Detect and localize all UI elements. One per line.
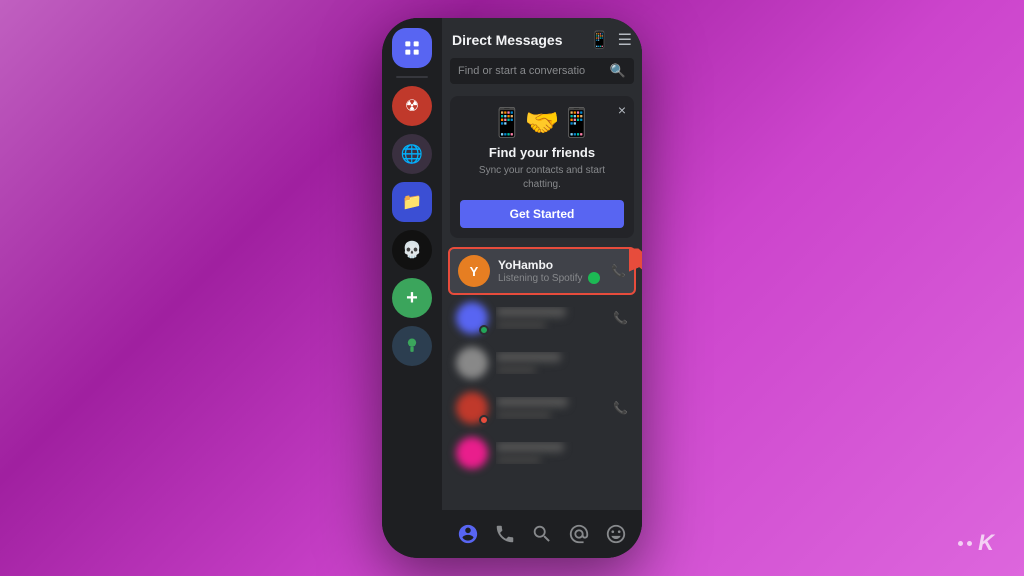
- dm-item-user5[interactable]: [448, 431, 636, 475]
- sidebar-item-server3[interactable]: 📁: [392, 182, 432, 222]
- dm-title: Direct Messages: [452, 32, 563, 48]
- sidebar-item-server4[interactable]: 💀: [392, 230, 432, 270]
- blurred-name-user5: [496, 442, 564, 452]
- phone-container: ☢ 🌐 📁 💀 + Direct Messages 📱 ☰ Find or st…: [382, 18, 642, 558]
- avatar-status-user3: [456, 347, 488, 379]
- dm-action-user2[interactable]: 📞: [613, 311, 628, 325]
- phone-emoji: 📱🤝📱: [490, 106, 595, 139]
- blurred-name-user2: [496, 307, 566, 317]
- bottom-nav: [442, 510, 642, 558]
- search-placeholder: Find or start a conversatio: [458, 65, 604, 77]
- close-button[interactable]: ×: [618, 102, 626, 118]
- dm-username-yohambo: YoHambo: [498, 258, 603, 272]
- spotify-icon: [588, 272, 600, 284]
- sidebar-item-server2[interactable]: 🌐: [392, 134, 432, 174]
- dm-user-info-user2: [496, 307, 605, 329]
- search-icon: 🔍: [610, 63, 626, 79]
- sidebar-item-explore[interactable]: [392, 326, 432, 366]
- watermark-dot-2: [967, 541, 972, 546]
- blurred-status-user4: [496, 411, 551, 419]
- avatar-status-user5: [456, 437, 488, 469]
- avatar-status-yohambo: Y: [458, 255, 490, 287]
- find-friends-card: × 📱🤝📱 Find your friends Sync your contac…: [450, 96, 634, 238]
- dm-item-user4[interactable]: 📞: [448, 386, 636, 430]
- dm-user-info-user3: [496, 352, 628, 374]
- dm-panel: Direct Messages 📱 ☰ Find or start a conv…: [442, 18, 642, 558]
- status-dot-user2: [479, 325, 489, 335]
- watermark-letter: K: [978, 530, 994, 556]
- watermark: K: [958, 530, 994, 556]
- dm-user-info-yohambo: YoHambo Listening to Spotify: [498, 258, 603, 284]
- new-dm-icon[interactable]: 📱: [590, 30, 610, 50]
- dm-item-user2[interactable]: 📞: [448, 296, 636, 340]
- blurred-name-user4: [496, 397, 568, 407]
- blurred-status-user5: [496, 456, 541, 464]
- dm-item-user3[interactable]: [448, 341, 636, 385]
- dm-user-info-user5: [496, 442, 628, 464]
- watermark-dots: [958, 541, 972, 546]
- dm-action-user4[interactable]: 📞: [613, 401, 628, 415]
- nav-mention-icon[interactable]: [568, 523, 590, 545]
- red-arrow: [629, 249, 642, 294]
- dm-header-icons: 📱 ☰: [590, 30, 632, 50]
- card-illustration: 📱🤝📱: [460, 106, 624, 139]
- nav-call-icon[interactable]: [494, 523, 516, 545]
- sidebar-item-server1[interactable]: ☢: [392, 86, 432, 126]
- dm-status-yohambo: Listening to Spotify: [498, 272, 603, 284]
- dm-header: Direct Messages 📱 ☰: [442, 18, 642, 58]
- dm-item-yohambo[interactable]: Y YoHambo Listening to Spotify 📞: [448, 247, 636, 295]
- watermark-dot-1: [958, 541, 963, 546]
- sidebar-item-home[interactable]: [392, 28, 432, 68]
- nav-home-icon[interactable]: [457, 523, 479, 545]
- nav-emoji-icon[interactable]: [605, 523, 627, 545]
- card-subtitle: Sync your contacts and start chatting.: [460, 164, 624, 192]
- status-dot-user4: [479, 415, 489, 425]
- dm-action-yohambo[interactable]: 📞: [611, 264, 626, 278]
- blurred-status-user2: [496, 321, 546, 329]
- avatar-yohambo: Y: [458, 255, 490, 287]
- blurred-status-user3: [496, 366, 536, 374]
- get-started-button[interactable]: Get Started: [460, 200, 624, 228]
- search-bar[interactable]: Find or start a conversatio 🔍: [450, 58, 634, 84]
- nav-search-icon[interactable]: [531, 523, 553, 545]
- card-title: Find your friends: [460, 145, 624, 160]
- avatar-status-user4: [456, 392, 488, 424]
- server-divider: [396, 76, 428, 78]
- dm-list: Y YoHambo Listening to Spotify 📞: [442, 246, 642, 510]
- avatar-status-user2: [456, 302, 488, 334]
- listening-text: Listening to Spotify: [498, 273, 583, 284]
- menu-icon[interactable]: ☰: [618, 30, 632, 50]
- sidebar-item-add[interactable]: +: [392, 278, 432, 318]
- avatar-user3: [456, 347, 488, 379]
- server-sidebar: ☢ 🌐 📁 💀 +: [382, 18, 442, 558]
- dm-user-info-user4: [496, 397, 605, 419]
- blurred-name-user3: [496, 352, 561, 362]
- avatar-user5: [456, 437, 488, 469]
